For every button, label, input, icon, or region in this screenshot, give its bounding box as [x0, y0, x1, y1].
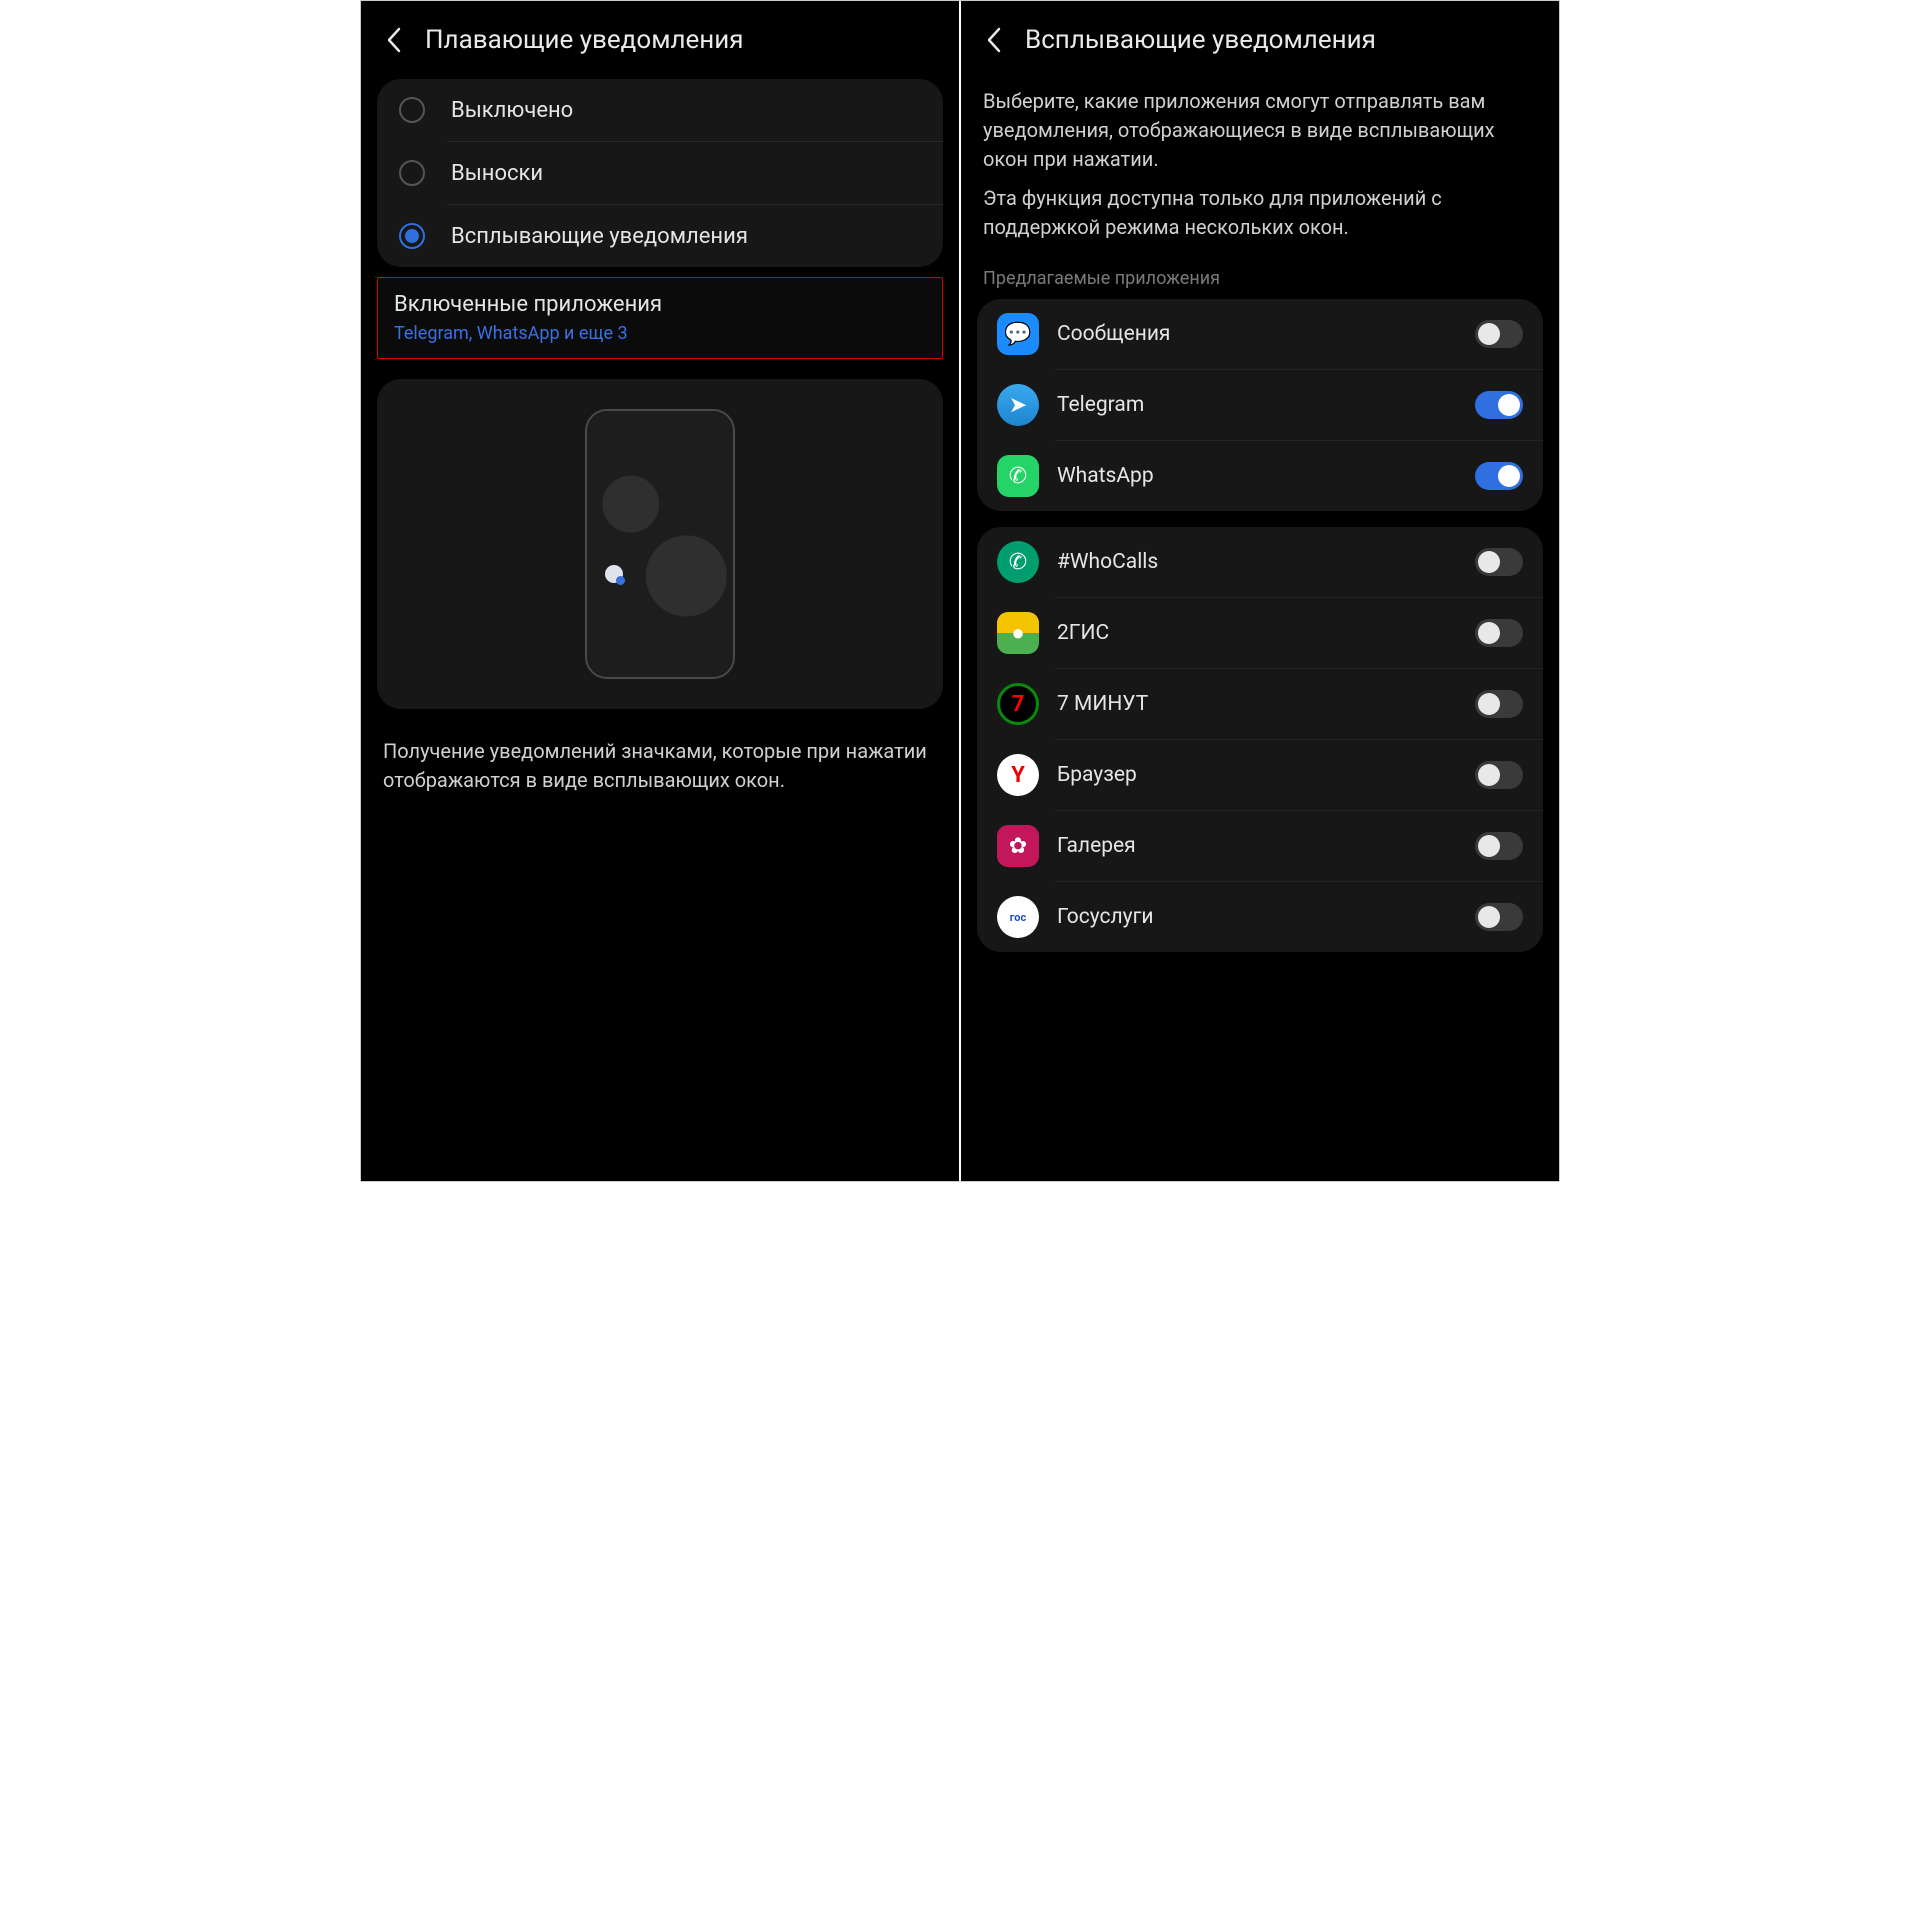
radio-icon-selected [399, 223, 425, 249]
description-text: Получение уведомлений значками, которые … [361, 719, 959, 795]
radio-icon [399, 160, 425, 186]
app-name: Браузер [1057, 763, 1457, 787]
telegram-icon: ➤ [997, 384, 1039, 426]
messages-icon: 💬 [997, 313, 1039, 355]
notification-style-card: Выключено Выноски Всплывающие уведомлени… [377, 79, 943, 267]
popup-notifications-panel: Всплывающие уведомления Выберите, какие … [960, 1, 1559, 1181]
app-name: Сообщения [1057, 322, 1457, 346]
back-button[interactable] [381, 27, 407, 53]
toggle-switch[interactable] [1475, 903, 1523, 931]
2gis-icon: ● [997, 612, 1039, 654]
description-1: Выберите, какие приложения смогут отправ… [961, 69, 1559, 174]
toggle-switch[interactable] [1475, 391, 1523, 419]
app-row-2gis[interactable]: ● 2ГИС [977, 598, 1543, 668]
toggle-switch[interactable] [1475, 548, 1523, 576]
toggle-switch[interactable] [1475, 619, 1523, 647]
enabled-apps-row[interactable]: Включенные приложения Telegram, WhatsApp… [377, 277, 943, 359]
app-row-browser[interactable]: Y Браузер [977, 740, 1543, 810]
app-row-whocalls[interactable]: ✆ #WhoCalls [977, 527, 1543, 597]
toggle-switch[interactable] [1475, 320, 1523, 348]
app-name: Госуслуги [1057, 905, 1457, 929]
phone-preview-icon [585, 409, 735, 679]
app-name: Галерея [1057, 834, 1457, 858]
toggle-switch[interactable] [1475, 690, 1523, 718]
chevron-left-icon [385, 26, 403, 54]
page-title: Всплывающие уведомления [1025, 25, 1376, 55]
floating-notifications-panel: Плавающие уведомления Выключено Выноски … [361, 1, 960, 1181]
app-row-gosuslugi[interactable]: гос Госуслуги [977, 882, 1543, 952]
radio-icon [399, 97, 425, 123]
app-name: #WhoCalls [1057, 550, 1457, 574]
radio-option-popup[interactable]: Всплывающие уведомления [377, 205, 943, 267]
app-row-telegram[interactable]: ➤ Telegram [977, 370, 1543, 440]
enabled-apps-title: Включенные приложения [394, 292, 926, 317]
description-2: Эта функция доступна только для приложен… [961, 174, 1559, 242]
radio-option-bubbles[interactable]: Выноски [377, 142, 943, 204]
app-name: 7 МИНУТ [1057, 692, 1457, 716]
app-name: 2ГИС [1057, 621, 1457, 645]
gosuslugi-icon: гос [997, 896, 1039, 938]
radio-option-off[interactable]: Выключено [377, 79, 943, 141]
app-row-gallery[interactable]: ✿ Галерея [977, 811, 1543, 881]
suggested-apps-label: Предлагаемые приложения [961, 242, 1559, 299]
enabled-apps-subtitle: Telegram, WhatsApp и еще 3 [394, 323, 926, 344]
header: Плавающие уведомления [361, 1, 959, 69]
whocalls-icon: ✆ [997, 541, 1039, 583]
whatsapp-icon: ✆ [997, 455, 1039, 497]
all-apps-card: ✆ #WhoCalls ● 2ГИС 7 7 МИНУТ Y Браузер [977, 527, 1543, 952]
browser-icon: Y [997, 754, 1039, 796]
app-row-7min[interactable]: 7 7 МИНУТ [977, 669, 1543, 739]
radio-label: Выключено [451, 98, 573, 123]
preview-card [377, 379, 943, 709]
back-button[interactable] [981, 27, 1007, 53]
chevron-left-icon [985, 26, 1003, 54]
app-name: WhatsApp [1057, 464, 1457, 488]
radio-label: Выноски [451, 161, 543, 186]
7min-icon: 7 [997, 683, 1039, 725]
notification-bubble-icon [605, 565, 623, 583]
page-title: Плавающие уведомления [425, 25, 744, 55]
gallery-icon: ✿ [997, 825, 1039, 867]
app-name: Telegram [1057, 393, 1457, 417]
app-row-whatsapp[interactable]: ✆ WhatsApp [977, 441, 1543, 511]
suggested-apps-card: 💬 Сообщения ➤ Telegram ✆ WhatsApp [977, 299, 1543, 511]
radio-label: Всплывающие уведомления [451, 224, 748, 249]
toggle-switch[interactable] [1475, 832, 1523, 860]
toggle-switch[interactable] [1475, 761, 1523, 789]
app-row-messages[interactable]: 💬 Сообщения [977, 299, 1543, 369]
header: Всплывающие уведомления [961, 1, 1559, 69]
toggle-switch[interactable] [1475, 462, 1523, 490]
